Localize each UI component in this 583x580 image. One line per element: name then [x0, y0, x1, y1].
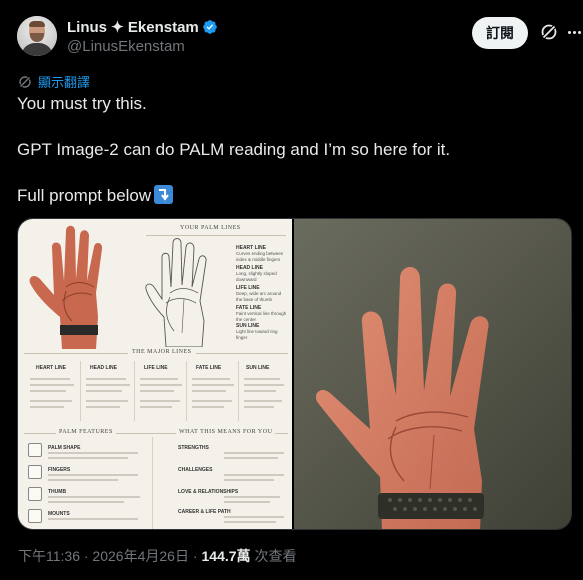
desc-head-line: Long, slightly sloped downward — [236, 271, 277, 282]
desc-life-line: Deep, wide arc around the base of thumb — [236, 291, 282, 302]
tweet-line-3: Full prompt below — [17, 184, 567, 207]
arrow-down-emoji-icon — [154, 185, 174, 204]
desc-heart-line: Curves ending between index & middle fin… — [236, 251, 284, 262]
tweet-timestamp[interactable]: 下午11:36 · 2026年4月26日 · — [18, 546, 198, 566]
what-this-means-title: WHAT THIS MEANS FOR YOU — [176, 429, 276, 435]
thumb-icon — [28, 487, 42, 501]
title-rule — [146, 235, 286, 236]
palm-shape-icon — [28, 443, 42, 457]
translate-icon — [18, 75, 32, 88]
major-lines-text-placeholder — [30, 378, 284, 408]
tweet-text: You must try this. GPT Image-2 can do PA… — [17, 92, 567, 207]
desc-sun-line: Light line toward ring finger — [236, 329, 278, 340]
col-head-line: HEAD LINE — [90, 365, 117, 371]
grok-icon[interactable] — [539, 22, 559, 42]
author-handle[interactable]: @LinusEkenstam — [67, 38, 218, 55]
more-options-icon[interactable] — [565, 22, 583, 42]
palm-line-art — [145, 238, 207, 347]
major-lines-title: THE MAJOR LINES — [128, 349, 196, 355]
palm-reading-infographic-image[interactable]: YOUR PALM LINES HEART LINE Curves ending… — [18, 219, 294, 529]
col-fate-line: FATE LINE — [196, 365, 222, 371]
your-palm-lines-title: YOUR PALM LINES — [180, 225, 241, 231]
verified-badge-icon — [202, 19, 217, 34]
tweet-line-3-text: Full prompt below — [17, 186, 152, 205]
fingers-icon — [28, 465, 42, 479]
show-translation-link[interactable]: 顯示翻譯 — [18, 72, 90, 91]
palm-photo — [315, 267, 489, 529]
desc-fate-line: Faint vertical line through the center — [236, 311, 287, 322]
show-translation-label[interactable]: 顯示翻譯 — [38, 72, 90, 91]
avatar[interactable] — [17, 16, 57, 56]
subscribe-button[interactable]: 訂閱 — [472, 17, 528, 49]
features-text-placeholder — [48, 452, 284, 523]
author-display-name[interactable]: Linus ✦ Ekenstam — [67, 18, 199, 36]
mounts-icon — [28, 509, 42, 523]
view-count: 144.7萬 — [201, 548, 251, 564]
tweet-line-1: You must try this. — [17, 94, 147, 113]
hand-photo-illustration — [29, 225, 103, 349]
author-names: Linus ✦ Ekenstam @LinusEkenstam — [67, 18, 218, 55]
col-heart-line: HEART LINE — [36, 365, 66, 371]
tweet-media[interactable]: YOUR PALM LINES HEART LINE Curves ending… — [17, 218, 572, 530]
tweet-metadata: 下午11:36 · 2026年4月26日 · 144.7萬 次查看 — [18, 546, 297, 566]
palm-features-title: PALM FEATURES — [56, 429, 116, 435]
view-count-label: 次查看 — [254, 548, 297, 564]
tweet-line-2: GPT Image-2 can do PALM reading and I’m … — [17, 140, 451, 159]
col-life-line: LIFE LINE — [144, 365, 168, 371]
hand-photo-image[interactable] — [294, 219, 571, 529]
col-sun-line: SUN LINE — [246, 365, 270, 371]
